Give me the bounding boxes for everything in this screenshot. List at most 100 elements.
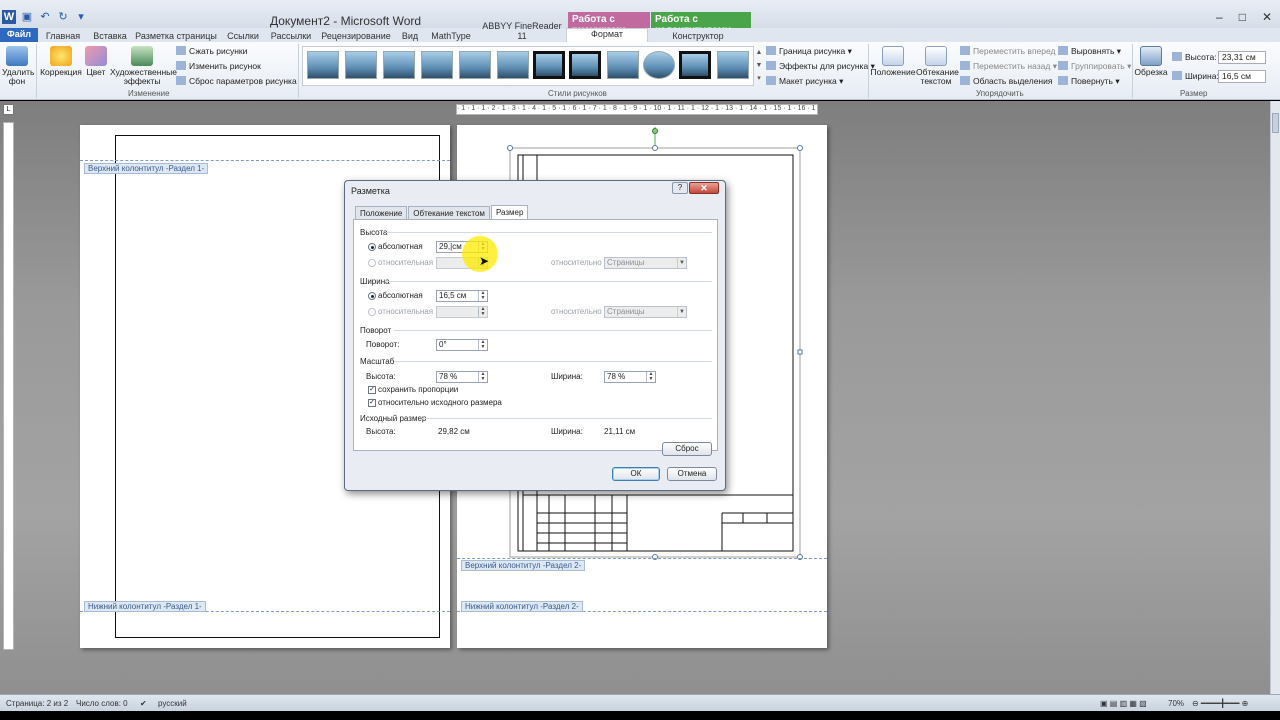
width-relative-spin-arrows[interactable]: ▲ ▼ <box>478 307 487 317</box>
tab-design[interactable]: Конструктор <box>648 31 748 42</box>
vertical-ruler[interactable] <box>3 122 14 650</box>
ribbon-tabs: Файл Главная Вставка Разметка страницы С… <box>0 21 1280 42</box>
rotate-button[interactable]: Повернуть ▾ <box>1058 76 1120 87</box>
shape-width-input[interactable]: 16,5 см <box>1218 70 1266 83</box>
width-absolute-radio[interactable] <box>368 292 376 300</box>
redo-icon[interactable]: ↻ <box>56 10 70 24</box>
scale-height-input[interactable]: 78 % ▲ ▼ <box>436 371 488 383</box>
style-thumb[interactable] <box>307 51 339 79</box>
language-indicator[interactable]: русский <box>158 699 187 708</box>
horizontal-ruler[interactable]: · 1 · 1 · 1 · 2 · 1 · 3 · 1 · 4 · 1 · 5 … <box>456 104 818 115</box>
width-relative-to-select[interactable]: Страницы ▼ <box>604 306 687 318</box>
scale-height-spin-arrows[interactable]: ▲ ▼ <box>478 372 487 382</box>
tab-size[interactable]: Размер <box>490 205 529 219</box>
vertical-scrollbar[interactable] <box>1270 101 1280 694</box>
tab-text-wrapping[interactable]: Обтекание текстом <box>408 206 490 219</box>
rotation-spin-arrows[interactable]: ▲ ▼ <box>478 340 487 350</box>
lock-aspect-checkbox[interactable]: ✓ <box>368 386 376 394</box>
change-picture-button[interactable]: Изменить рисунок <box>176 61 261 71</box>
gallery-scroll[interactable]: ▲ ▼ ▾ <box>755 46 763 86</box>
style-thumb[interactable] <box>679 51 711 79</box>
height-relative-to-select[interactable]: Страницы ▼ <box>604 257 687 269</box>
page-count[interactable]: Страница: 2 из 2 <box>6 699 68 708</box>
word-count[interactable]: Число слов: 0 <box>76 699 128 708</box>
tab-abbyy[interactable]: ABBYY FineReader 11 <box>478 21 566 42</box>
tab-references[interactable]: Ссылки <box>220 31 266 42</box>
style-thumb[interactable] <box>643 51 675 79</box>
send-backward-button[interactable]: Переместить назад ▾ <box>960 61 1057 72</box>
tab-insert[interactable]: Вставка <box>88 31 132 42</box>
minimize-button[interactable]: – <box>1216 10 1223 24</box>
reset-picture-button[interactable]: Сброс параметров рисунка <box>176 76 297 86</box>
rotation-input[interactable]: 0° ▲ ▼ <box>436 339 488 351</box>
width-relative-radio[interactable] <box>368 308 376 316</box>
relative-original-checkbox[interactable]: ✓ <box>368 399 376 407</box>
cancel-button[interactable]: Отмена <box>667 467 717 481</box>
spellcheck-icon[interactable]: ✔ <box>140 699 147 708</box>
style-thumb[interactable] <box>345 51 377 79</box>
tab-home[interactable]: Главная <box>38 31 88 42</box>
scrollbar-thumb[interactable] <box>1272 113 1279 133</box>
artistic-effects-button[interactable]: Художественные эффекты <box>110 46 177 86</box>
zoom-slider[interactable]: ⊖ ━━━━╋━━━ ⊕ <box>1192 699 1248 708</box>
remove-background-button[interactable]: Удалить фон <box>2 46 34 86</box>
compress-pictures-button[interactable]: Сжать рисунки <box>176 46 247 56</box>
maximize-button[interactable]: □ <box>1239 10 1246 24</box>
group-button[interactable]: Группировать ▾ <box>1058 61 1131 72</box>
align-button[interactable]: Выровнять ▾ <box>1058 46 1121 57</box>
width-relative-input[interactable]: ▲ ▼ <box>436 306 488 318</box>
selection-pane-button[interactable]: Область выделения <box>960 76 1052 86</box>
style-thumb[interactable] <box>459 51 491 79</box>
bring-forward-icon <box>960 46 970 55</box>
position-button[interactable]: Положение <box>870 46 916 77</box>
header-label-section-2[interactable]: Верхний колонтитул -Раздел 2- <box>461 560 586 571</box>
view-buttons[interactable]: ▣ ▤ ▥ ▦ ▧ <box>1100 699 1147 708</box>
style-thumb[interactable] <box>421 51 453 79</box>
tab-mailings[interactable]: Рассылки <box>266 31 316 42</box>
tab-page-layout[interactable]: Разметка страницы <box>132 31 220 42</box>
style-thumb[interactable] <box>717 51 749 79</box>
close-window-button[interactable]: ✕ <box>1262 10 1272 24</box>
word-logo-icon[interactable]: W <box>2 10 16 24</box>
width-spin-arrows[interactable]: ▲ ▼ <box>478 291 487 301</box>
scale-width-spin-arrows[interactable]: ▲ ▼ <box>646 372 655 382</box>
style-thumb[interactable] <box>533 51 565 79</box>
scale-width-input[interactable]: 78 % ▲ ▼ <box>604 371 656 383</box>
tab-file[interactable]: Файл <box>0 28 38 42</box>
footer-label-section-2[interactable]: Нижний колонтитул -Раздел 2- <box>461 601 583 612</box>
undo-icon[interactable]: ↶ <box>38 10 52 24</box>
style-thumb[interactable] <box>569 51 601 79</box>
zoom-level[interactable]: 70% <box>1168 699 1184 708</box>
footer-label-section-1[interactable]: Нижний колонтитул -Раздел 1- <box>84 601 206 612</box>
color-button[interactable]: Цвет <box>84 46 108 77</box>
bring-forward-button[interactable]: Переместить вперед ▾ <box>960 46 1062 57</box>
close-dialog-button[interactable]: ✕ <box>689 182 719 194</box>
save-icon[interactable]: ▣ <box>20 10 34 24</box>
tab-position[interactable]: Положение <box>355 206 408 219</box>
tab-review[interactable]: Рецензирование <box>316 31 396 42</box>
help-button[interactable]: ? <box>672 182 688 194</box>
picture-layout-button[interactable]: Макет рисунка ▾ <box>766 76 843 87</box>
header-label-section-1[interactable]: Верхний колонтитул -Раздел 1- <box>84 163 209 174</box>
picture-styles-gallery[interactable] <box>302 46 754 86</box>
height-relative-radio[interactable] <box>368 259 376 267</box>
tab-selector[interactable]: L <box>3 104 14 115</box>
tab-view[interactable]: Вид <box>396 31 424 42</box>
width-absolute-input[interactable]: 16,5 см ▲ ▼ <box>436 290 488 302</box>
style-thumb[interactable] <box>383 51 415 79</box>
tab-format[interactable]: Формат <box>566 28 648 42</box>
height-absolute-radio[interactable] <box>368 243 376 251</box>
tab-mathtype[interactable]: MathType <box>424 31 478 42</box>
wrap-text-button[interactable]: Обтекание текстом <box>916 46 959 86</box>
crop-button[interactable]: Обрезка <box>1134 46 1168 77</box>
style-thumb[interactable] <box>607 51 639 79</box>
style-thumb[interactable] <box>497 51 529 79</box>
reset-button[interactable]: Сброс <box>662 442 712 456</box>
picture-border-button[interactable]: Граница рисунка ▾ <box>766 46 852 57</box>
dialog-title: Разметка <box>351 186 390 196</box>
picture-effects-button[interactable]: Эффекты для рисунка ▾ <box>766 61 875 72</box>
shape-height-input[interactable]: 23,31 см <box>1218 51 1266 64</box>
ok-button[interactable]: ОК <box>612 467 660 481</box>
correction-button[interactable]: Коррекция <box>40 46 82 77</box>
customize-qat-icon[interactable]: ▾ <box>74 10 88 24</box>
